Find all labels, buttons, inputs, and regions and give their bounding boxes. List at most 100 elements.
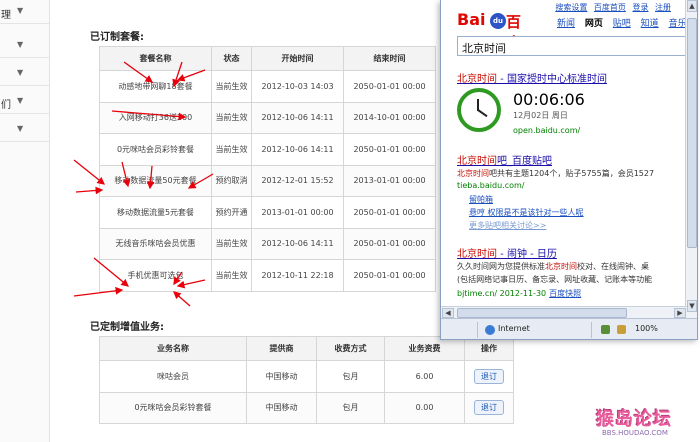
result-title-2[interactable]: 北京时间吧_百度贴吧: [457, 152, 552, 167]
current-date: 12月02日 周日: [513, 111, 568, 120]
result-title-1[interactable]: 北京时间 - 国家授时中心标准时间: [457, 70, 607, 85]
table-header-row: 套餐名称 状态 开始时间 结束时间: [99, 46, 436, 71]
paw-icon: du: [490, 13, 506, 29]
nav-row-4[interactable]: 们 ▼: [0, 90, 50, 114]
package-end: 2014-10-01 00:00: [343, 101, 436, 134]
package-start: 2012-10-11 22:18: [251, 259, 344, 292]
service-fee: 6.00: [384, 360, 465, 393]
col-header: 业务资费: [384, 336, 465, 361]
service-fee: 0.00: [384, 391, 465, 424]
package-end: 2050-01-01 00:00: [343, 227, 436, 260]
col-header: 业务名称: [99, 336, 247, 361]
vertical-scrollbar[interactable]: ▲ ▼: [685, 0, 697, 339]
chevron-down-icon: ▼: [17, 68, 24, 77]
package-start: 2012-10-06 14:11: [251, 227, 344, 260]
result-url-1: open.baidu.com/: [513, 126, 581, 135]
package-end: 2013-01-01 00:00: [343, 164, 436, 197]
nav-row-2[interactable]: ▼: [0, 34, 50, 58]
result-title-3[interactable]: 北京时间 - 闹钟 - 日历: [457, 245, 557, 260]
status-separator: [591, 322, 592, 338]
col-header: 开始时间: [251, 46, 344, 71]
search-input[interactable]: 北京时间: [457, 36, 689, 56]
package-name: 手机优惠可选包: [99, 259, 212, 292]
search-settings-link[interactable]: 搜索设置: [555, 3, 587, 12]
table-row: 手机优惠可选包 当前生效 2012-10-11 22:18 2050-01-01 00…: [99, 259, 436, 292]
tieba-sublink-1[interactable]: 留帕箱: [469, 194, 493, 205]
result-url-3: bjtime.cn/ 2012-11-30 百度快照: [457, 289, 582, 298]
table-row: 0元咪咕会员彩铃套餐 中国移动 包月 0.00 退订: [99, 391, 514, 424]
status-bar: Internet 100%: [441, 318, 697, 339]
package-status: 预约取消: [211, 164, 252, 197]
forum-watermark: 猴岛论坛 BBS.HOUDAO.COM: [596, 405, 672, 437]
watermark-title: 猴岛论坛: [596, 409, 672, 430]
col-header: 提供商: [246, 336, 317, 361]
search-tabs: 新闻 网页 贴吧 知道 音乐: [557, 16, 694, 29]
package-name: 无线音乐咪咕会员优惠: [99, 227, 212, 260]
result-snippet-2: 北京时间吧共有主题1204个，贴子5755篇，会员1527: [457, 169, 655, 178]
baidu-logo[interactable]: Bai du 百度: [457, 10, 531, 52]
watermark-url: BBS.HOUDAO.COM: [602, 429, 668, 437]
tab-zhidao[interactable]: 知道: [641, 19, 659, 29]
register-link[interactable]: 注册: [655, 3, 671, 12]
package-start: 2012-10-06 14:11: [251, 133, 344, 166]
table-row: 移动数据流量50元套餐 预约取消 2012-12-01 15:52 2013-01-0…: [99, 164, 436, 197]
snapshot-link[interactable]: 百度快照: [549, 289, 581, 298]
action-cell: 退订: [464, 391, 514, 424]
table-row: 咪咕会员 中国移动 包月 6.00 退订: [99, 360, 514, 393]
table-row: 移动数据流量5元套餐 预约开通 2013-01-01 00:00 2050-01-01…: [99, 196, 436, 229]
package-status: 当前生效: [211, 227, 252, 260]
table-row: 动感地带网聊18套餐 当前生效 2012-10-03 14:03 2050-01-01…: [99, 70, 436, 103]
package-status: 当前生效: [211, 259, 252, 292]
tieba-sublink-2[interactable]: 悬哼 权限是不是该针对一些人呢: [469, 207, 584, 218]
package-name: 0元咪咕会员彩铃套餐: [99, 133, 212, 166]
package-name: 移动数据流量50元套餐: [99, 164, 212, 197]
unsubscribe-button[interactable]: 退订: [474, 368, 504, 384]
table-row: 0元咪咕会员彩铃套餐 当前生效 2012-10-06 14:11 2050-01-01…: [99, 133, 436, 166]
unsubscribe-button[interactable]: 退订: [474, 400, 504, 416]
clock-icon: [457, 88, 501, 132]
scroll-thumb[interactable]: [687, 18, 697, 248]
result-snippet-3a: 久久时间网为您提供标准北京时间校对、在线闹钟、桌: [457, 262, 649, 271]
nav-row-1[interactable]: 理 ▼: [0, 0, 50, 24]
tab-tieba[interactable]: 贴吧: [613, 19, 631, 29]
service-billing: 包月: [316, 360, 385, 393]
baidu-home-link[interactable]: 百度首页: [594, 3, 626, 12]
tab-music[interactable]: 音乐: [669, 19, 687, 29]
left-nav: 理 ▼ ▼ ▼ 们 ▼ ▼: [0, 0, 50, 442]
zoom-level[interactable]: 100%: [635, 324, 658, 333]
col-header: 状态: [211, 46, 252, 71]
service-provider: 中国移动: [246, 391, 317, 424]
scroll-left-icon[interactable]: ◀: [442, 308, 454, 318]
login-link[interactable]: 登录: [632, 3, 648, 12]
chevron-down-icon: ▼: [17, 6, 24, 15]
service-name: 咪咕会员: [99, 360, 247, 393]
tab-web[interactable]: 网页: [585, 19, 603, 29]
status-separator: [477, 322, 478, 338]
table-header-row: 业务名称 提供商 收费方式 业务资费 操作: [99, 336, 514, 361]
nav-row-5[interactable]: ▼: [0, 118, 50, 142]
package-status: 当前生效: [211, 101, 252, 134]
security-icon[interactable]: [617, 325, 626, 334]
nav-row-3[interactable]: ▼: [0, 62, 50, 86]
scroll-up-icon[interactable]: ▲: [687, 0, 697, 12]
tieba-more-link[interactable]: 更多贴吧相关讨论>>: [469, 220, 546, 231]
result-snippet-3b: (包括网络记事日历、备忘录、网址收藏、记账本等功能: [457, 275, 653, 284]
service-name: 0元咪咕会员彩铃套餐: [99, 391, 247, 424]
top-links: 搜索设置 百度首页 登录 注册: [551, 2, 671, 13]
horizontal-scrollbar[interactable]: ◀ ▶: [441, 306, 687, 318]
scroll-down-icon[interactable]: ▼: [687, 300, 697, 312]
package-name: 移动数据流量5元套餐: [99, 196, 212, 229]
protected-mode-icon[interactable]: [601, 325, 610, 334]
logo-text-left: Bai: [457, 10, 486, 29]
tab-news[interactable]: 新闻: [557, 19, 575, 29]
package-status: 当前生效: [211, 133, 252, 166]
col-header: 收费方式: [316, 336, 385, 361]
hscroll-thumb[interactable]: [457, 308, 627, 318]
package-end: 2050-01-01 00:00: [343, 133, 436, 166]
package-end: 2050-01-01 00:00: [343, 196, 436, 229]
scroll-right-icon[interactable]: ▶: [674, 308, 686, 318]
table-row: 无线音乐咪咕会员优惠 当前生效 2012-10-06 14:11 2050-01-01…: [99, 227, 436, 260]
service-billing: 包月: [316, 391, 385, 424]
browser-popup: 搜索设置 百度首页 登录 注册 Bai du 百度 新闻 网页 贴吧 知道 音乐…: [440, 0, 698, 340]
chevron-down-icon: ▼: [17, 96, 24, 105]
